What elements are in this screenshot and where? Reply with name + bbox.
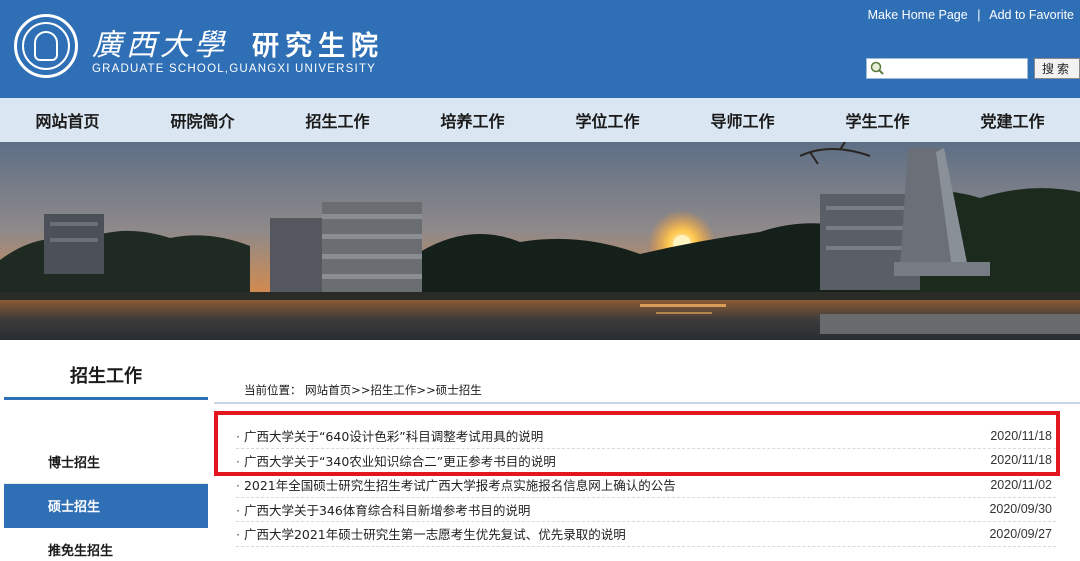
nav-item-training[interactable]: 培养工作 xyxy=(405,98,540,142)
campus-banner xyxy=(0,142,1080,340)
nav-item-degree[interactable]: 学位工作 xyxy=(540,98,675,142)
sunset-campus-image xyxy=(0,142,1080,340)
search-box xyxy=(866,58,1028,79)
breadcrumb-path[interactable]: 网站首页>>招生工作>>硕士招生 xyxy=(305,383,482,397)
search-button[interactable]: 搜索 xyxy=(1034,58,1080,79)
nav-item-admissions[interactable]: 招生工作 xyxy=(270,98,405,142)
news-date: 2020/09/30 xyxy=(989,502,1052,517)
link-separator: | xyxy=(977,8,981,22)
breadcrumb: 当前位置： 网站首页>>招生工作>>硕士招生 xyxy=(214,382,1080,402)
nav-item-party[interactable]: 党建工作 xyxy=(945,98,1080,142)
news-title[interactable]: 广西大学关于346体育综合科目新增参考书目的说明 xyxy=(236,500,530,519)
make-home-page-link[interactable]: Make Home Page xyxy=(868,8,968,22)
news-title[interactable]: 2021年全国硕士研究生招生考试广西大学报考点实施报名信息网上确认的公告 xyxy=(236,475,676,494)
search-input[interactable] xyxy=(887,60,1025,77)
breadcrumb-divider xyxy=(214,402,1080,404)
news-date: 2020/11/02 xyxy=(990,477,1052,492)
main-nav: 网站首页 研院简介 招生工作 培养工作 学位工作 导师工作 学生工作 党建工作 xyxy=(0,98,1080,142)
list-item[interactable]: 2021年全国硕士研究生招生考试广西大学报考点实施报名信息网上确认的公告 202… xyxy=(236,473,1056,498)
search-icon xyxy=(870,61,884,75)
news-date: 2020/09/27 xyxy=(989,526,1052,541)
sidebar-menu: 博士招生 硕士招生 推免生招生 xyxy=(4,440,208,561)
site-header: 廣西大學 研究生院 GRADUATE SCHOOL,GUANGXI UNIVER… xyxy=(0,0,1080,98)
news-title[interactable]: 广西大学2021年硕士研究生第一志愿考生优先复试、优先录取的说明 xyxy=(236,524,626,543)
nav-item-home[interactable]: 网站首页 xyxy=(0,98,135,142)
sidebar-item-masters-admissions[interactable]: 硕士招生 xyxy=(4,484,208,528)
nav-item-students[interactable]: 学生工作 xyxy=(810,98,945,142)
add-to-favorite-link[interactable]: Add to Favorite xyxy=(989,8,1074,22)
list-item[interactable]: 广西大学关于346体育综合科目新增参考书目的说明 2020/09/30 xyxy=(236,498,1056,522)
university-seal-icon xyxy=(14,14,78,78)
highlight-box xyxy=(214,411,1060,476)
breadcrumb-prefix: 当前位置： xyxy=(244,383,302,397)
sidebar-title: 招生工作 xyxy=(4,362,208,400)
school-name: 研究生院 xyxy=(252,31,384,62)
top-links: Make Home Page | Add to Favorite xyxy=(868,8,1074,22)
nav-item-supervisors[interactable]: 导师工作 xyxy=(675,98,810,142)
sidebar-item-phd-admissions[interactable]: 博士招生 xyxy=(4,440,208,484)
university-name: 廣西大學 xyxy=(92,28,228,63)
sidebar-item-recommended-admissions[interactable]: 推免生招生 xyxy=(4,528,208,561)
english-name: GRADUATE SCHOOL,GUANGXI UNIVERSITY xyxy=(92,63,377,75)
nav-item-about[interactable]: 研院简介 xyxy=(135,98,270,142)
list-item[interactable]: 广西大学2021年硕士研究生第一志愿考生优先复试、优先录取的说明 2020/09… xyxy=(236,522,1056,547)
